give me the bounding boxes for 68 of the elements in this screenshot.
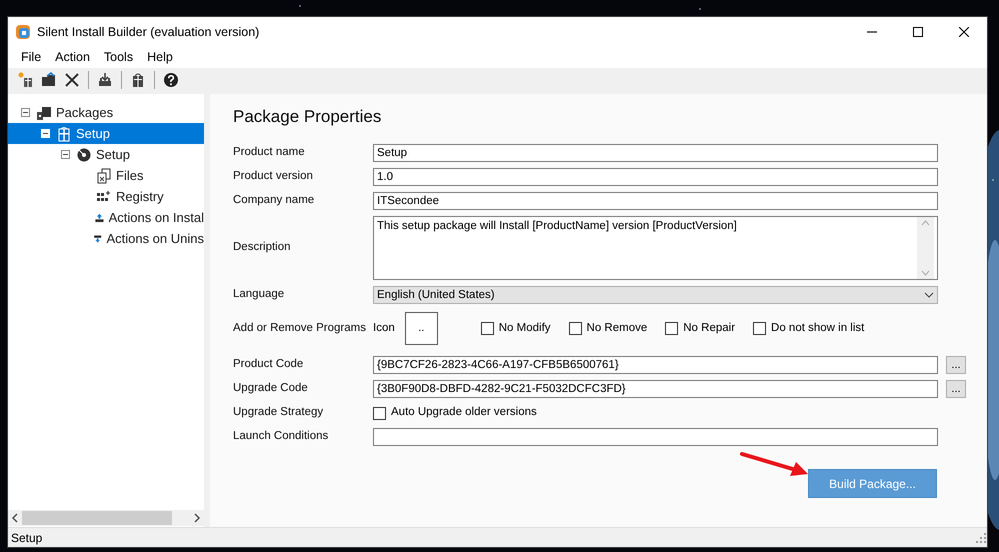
window-title: Silent Install Builder (evaluation version) — [37, 24, 260, 41]
checkbox-label: Do not show in list — [771, 320, 864, 336]
toolbar-button[interactable] — [161, 70, 181, 90]
menu-item[interactable]: Tools — [96, 48, 140, 67]
checkbox-label: Auto Upgrade older versions — [391, 405, 537, 420]
tree-item[interactable]: Actions on Unins — [8, 228, 204, 249]
new-package-icon — [18, 72, 34, 88]
icon-label: Icon — [373, 320, 395, 336]
tree-item[interactable]: Actions on Instal — [8, 207, 204, 228]
horizontal-scrollbar[interactable] — [8, 510, 204, 526]
collapse-icon[interactable] — [22, 109, 29, 116]
close-icon — [959, 27, 969, 37]
open-folder-icon — [41, 72, 57, 88]
collapse-icon[interactable] — [42, 130, 49, 137]
description-field[interactable]: This setup package will Install [ProductName] version [ProductVersion] — [373, 216, 938, 280]
browse-button[interactable]: ... — [946, 356, 966, 374]
status-text: Setup — [11, 530, 42, 546]
tree-item[interactable]: Registry — [8, 186, 204, 207]
checkbox[interactable] — [480, 322, 494, 335]
checkbox-label: No Repair — [683, 320, 736, 336]
field-label: Product version — [233, 169, 314, 184]
tree-item[interactable]: Packages — [8, 102, 204, 123]
checkbox[interactable] — [665, 322, 678, 335]
files-icon — [96, 168, 112, 184]
menu-item[interactable]: Help — [140, 48, 180, 67]
help-icon — [163, 72, 179, 88]
field-label: Product Code — [233, 357, 304, 372]
build-icon — [97, 72, 113, 88]
chevron-down-icon — [924, 292, 934, 298]
text-field[interactable]: {9BC7CF26-2823-4C66-A197-CFB5B6500761} — [373, 356, 938, 374]
language-dropdown[interactable]: English (United States) — [373, 286, 938, 304]
gift-box-icon — [56, 126, 72, 142]
collapse-icon[interactable] — [62, 151, 69, 158]
tree-item[interactable]: Files — [8, 165, 204, 186]
text-field[interactable] — [373, 428, 938, 446]
field-label: Language — [233, 287, 286, 302]
field-label: Launch Conditions — [233, 429, 330, 444]
field-label: Company name — [233, 193, 316, 208]
tree-item[interactable]: Setup — [8, 144, 204, 165]
app-logo-icon — [15, 24, 31, 40]
menu-item[interactable]: Action — [48, 48, 97, 67]
text-field[interactable]: Setup — [373, 144, 938, 162]
delete-icon — [64, 72, 80, 88]
maximize-icon — [913, 27, 923, 37]
gift-box-icon — [130, 72, 146, 88]
checkbox[interactable] — [373, 406, 386, 420]
browse-button[interactable]: ... — [946, 380, 966, 398]
resize-grip-icon[interactable] — [975, 532, 987, 544]
server-icon — [36, 104, 52, 120]
field-label: Description — [233, 240, 292, 256]
text-field[interactable]: {3B0F90D8-DBFD-4282-9C21-F5032DCFC3FD} — [373, 380, 938, 398]
field-label: Upgrade Code — [233, 381, 309, 396]
checkbox[interactable] — [753, 322, 766, 335]
disc-icon — [76, 146, 92, 162]
text-field[interactable]: ITSecondee — [373, 192, 938, 210]
field-label: Add or Remove Programs — [233, 320, 367, 336]
pointer-arrow — [740, 452, 808, 476]
field-label: Upgrade Strategy — [233, 405, 324, 420]
scrollbar-thumb[interactable] — [22, 511, 172, 525]
tree-item[interactable]: Setup — [8, 123, 204, 144]
field-label: Product name — [233, 145, 306, 160]
checkbox[interactable] — [568, 322, 582, 335]
text-field[interactable]: 1.0 — [373, 168, 938, 186]
menu-item[interactable]: File — [14, 48, 48, 67]
panel-title: Package Properties — [233, 107, 382, 127]
checkbox-label: No Modify — [498, 320, 551, 336]
icon-picker-button[interactable]: .. — [404, 312, 438, 345]
checkbox-label: No Remove — [586, 320, 648, 336]
